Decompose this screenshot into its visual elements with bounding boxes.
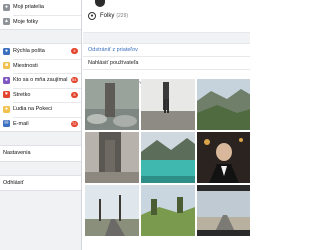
sidebar-item-email[interactable]: ✉ E-mail 72 [0,116,81,132]
photo-thumbnail[interactable] [197,79,250,130]
heart-icon: ♥ [3,91,10,99]
sidebar-item-people[interactable]: ● Ľudia na Pokeci [0,102,81,117]
sidebar-group-main: ● Rýchla pošta 4 ■ Miestnosti ● Kto sa o… [0,43,81,132]
sidebar-group-profile: ● Moji priatelia ▲ Moje fotky [0,0,81,30]
friends-icon: ● [88,12,96,20]
sidebar-item-my-photos[interactable]: ▲ Moje fotky [0,14,81,30]
notification-badge: 54 [70,77,78,84]
photos-icon: ▲ [3,18,10,26]
photo-thumbnail[interactable] [141,79,195,130]
photo-thumbnail[interactable] [141,185,195,236]
sidebar-item-label: Stretko [13,91,31,98]
profile-content: ● Folky (229) Odstrániť z priateľov Nahl… [83,0,250,250]
friends-row[interactable]: ● Folky (229) [83,0,250,33]
notification-badge: 6 [71,91,78,98]
photo-thumbnail[interactable] [85,185,139,236]
visitors-icon: ● [3,76,10,84]
sidebar-group-logout: Odhlásiť [0,174,81,191]
sidebar-group-settings: Nastavenia [0,145,81,162]
notification-badge: 72 [70,120,78,127]
report-user-button[interactable]: Nahlásiť používateľa [83,57,250,70]
sidebar-item-rooms[interactable]: ■ Miestnosti [0,58,81,74]
sidebar-item-label: Nastavenia [3,150,31,157]
chat-icon: ● [3,47,10,55]
friends-label: Folky [100,13,115,19]
friends-count: (229) [116,13,129,19]
photo-thumbnail[interactable] [85,79,139,130]
sidebar-item-label: Moje fotky [13,18,39,25]
sidebar-item-label: Moji priatelia [13,4,44,11]
people-icon: ● [3,105,10,113]
rooms-icon: ■ [3,62,10,70]
sidebar-item-quick-mail[interactable]: ● Rýchla pošta 4 [0,44,81,59]
mail-icon: ✉ [3,120,10,128]
sidebar-item-logout[interactable]: Odhlásiť [0,176,81,191]
remove-friend-button[interactable]: Odstrániť z priateľov [83,44,250,57]
sidebar-item-label: Rýchla pošta [13,48,45,55]
sidebar-item-label: E-mail [13,120,29,127]
sidebar-item-stretko[interactable]: ♥ Stretko 6 [0,87,81,103]
sidebar-item-settings[interactable]: Nastavenia [0,146,81,161]
notification-badge: 4 [71,48,78,55]
section-gap [83,33,250,44]
sidebar-item-label: Miestnosti [13,62,38,69]
photo-thumbnail[interactable] [141,132,195,183]
sidebar-item-visitors[interactable]: ● Kto sa o mňa zaujímal 54 [0,73,81,88]
sidebar-item-label: Odhlásiť [3,179,24,186]
photo-thumbnail[interactable] [197,132,250,183]
photo-thumbnail[interactable] [85,132,139,183]
sidebar-item-my-friends[interactable]: ● Moji priatelia [0,0,81,15]
sidebar: ● Moji priatelia ▲ Moje fotky ● Rýchla p… [0,0,82,250]
sidebar-item-label: Kto sa o mňa zaujímal [13,77,68,84]
friends-icon: ● [3,3,10,11]
photo-thumbnail[interactable] [197,185,250,236]
sidebar-item-label: Ľudia na Pokeci [13,106,53,113]
